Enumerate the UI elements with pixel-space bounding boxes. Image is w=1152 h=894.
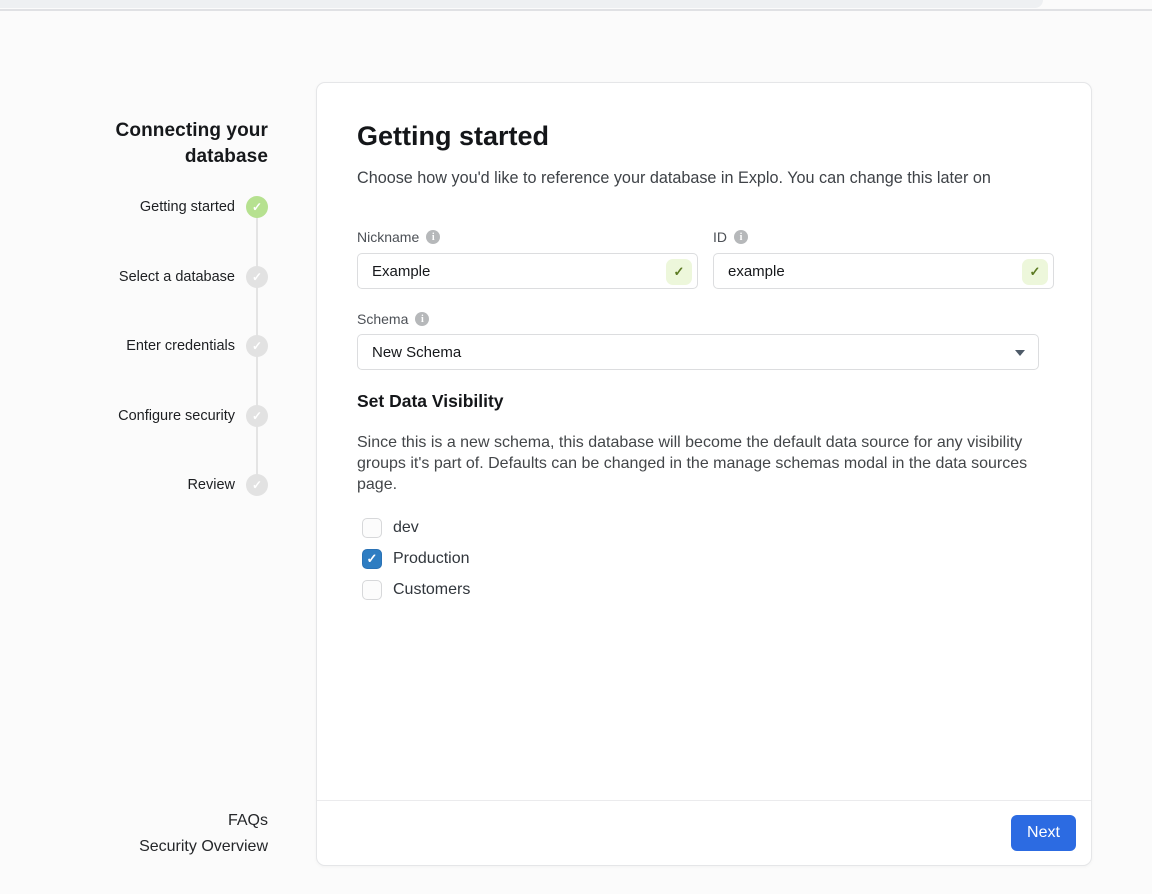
wizard-title: Connecting your database: [40, 118, 268, 170]
id-label-text: ID: [713, 229, 727, 245]
caret-down-icon: [1015, 350, 1025, 356]
id-label: ID i: [713, 229, 748, 245]
step-review[interactable]: Review ✓: [40, 474, 268, 496]
step-configure-security[interactable]: Configure security ✓: [40, 405, 268, 427]
valid-check-icon: ✓: [1022, 259, 1048, 285]
faqs-link[interactable]: FAQs: [40, 812, 268, 830]
step-check-icon: ✓: [246, 335, 268, 357]
step-check-icon: ✓: [246, 266, 268, 288]
card-footer: Next: [317, 800, 1091, 865]
next-button[interactable]: Next: [1011, 815, 1076, 851]
id-value: example: [728, 263, 785, 280]
schema-label: Schema i: [357, 311, 429, 327]
info-icon[interactable]: i: [415, 312, 429, 326]
step-select-a-database[interactable]: Select a database ✓: [40, 266, 268, 288]
schema-select[interactable]: New Schema: [357, 334, 1039, 370]
step-label: Select a database: [119, 269, 235, 285]
card-title: Getting started: [357, 121, 549, 152]
step-check-icon: ✓: [246, 474, 268, 496]
visibility-option-production[interactable]: ✓ Production: [362, 549, 470, 569]
checkbox-checked[interactable]: ✓: [362, 549, 382, 569]
security-overview-link[interactable]: Security Overview: [40, 838, 268, 856]
info-icon[interactable]: i: [734, 230, 748, 244]
checkbox-label: Production: [393, 550, 470, 568]
step-check-icon: ✓: [246, 405, 268, 427]
info-icon[interactable]: i: [426, 230, 440, 244]
browser-tab-strip: [0, 0, 1043, 8]
checkbox-unchecked[interactable]: [362, 518, 382, 538]
card-subtitle: Choose how you'd like to reference your …: [357, 169, 1057, 188]
step-label: Configure security: [118, 408, 235, 424]
step-label: Review: [187, 477, 235, 493]
getting-started-card: Getting started Choose how you'd like to…: [316, 82, 1092, 866]
visibility-option-dev[interactable]: dev: [362, 518, 419, 538]
checkbox-unchecked[interactable]: [362, 580, 382, 600]
checkbox-label: Customers: [393, 581, 470, 599]
data-visibility-description: Since this is a new schema, this databas…: [357, 432, 1049, 495]
nickname-input[interactable]: Example ✓: [357, 253, 698, 289]
step-enter-credentials[interactable]: Enter credentials ✓: [40, 335, 268, 357]
nickname-value: Example: [372, 263, 430, 280]
id-input[interactable]: example ✓: [713, 253, 1054, 289]
checkbox-label: dev: [393, 519, 419, 537]
step-label: Getting started: [140, 199, 235, 215]
nickname-label-text: Nickname: [357, 229, 419, 245]
schema-label-text: Schema: [357, 311, 408, 327]
step-label: Enter credentials: [126, 338, 235, 354]
step-getting-started[interactable]: Getting started ✓: [40, 196, 268, 218]
page: Connecting your database Getting started…: [0, 0, 1152, 894]
browser-chrome-divider: [0, 9, 1152, 11]
nickname-label: Nickname i: [357, 229, 440, 245]
step-check-icon: ✓: [246, 196, 268, 218]
valid-check-icon: ✓: [666, 259, 692, 285]
visibility-option-customers[interactable]: Customers: [362, 580, 470, 600]
schema-selected-value: New Schema: [372, 344, 461, 361]
data-visibility-heading: Set Data Visibility: [357, 391, 504, 412]
